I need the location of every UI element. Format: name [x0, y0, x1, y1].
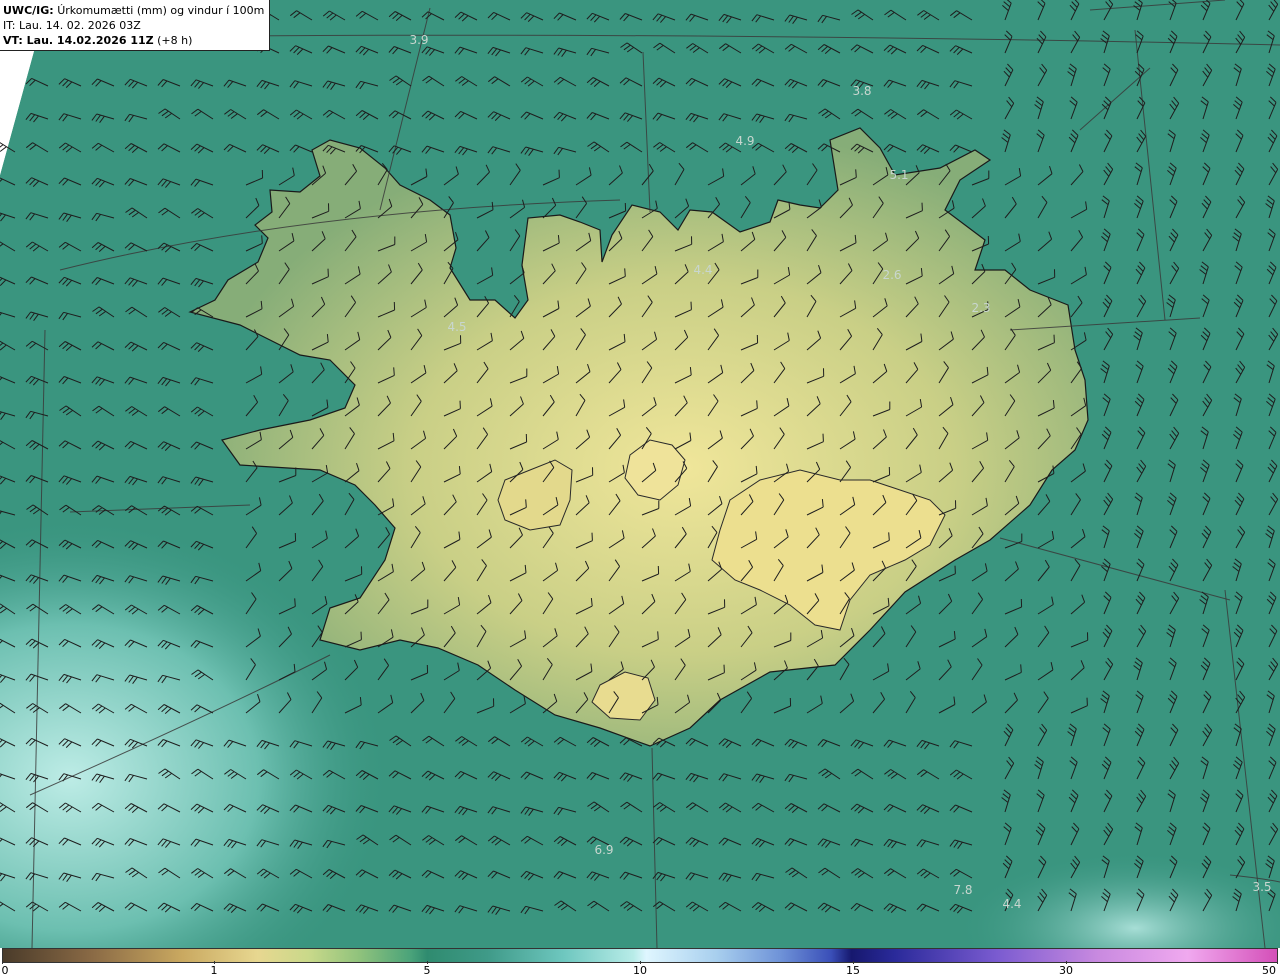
colorbar-tick-label: 15 — [846, 964, 860, 977]
value-label: 3.9 — [409, 33, 429, 47]
value-label: 4.9 — [735, 134, 755, 148]
value-label: 6.9 — [594, 843, 614, 857]
colorbar-tick-label: 5 — [423, 964, 431, 977]
value-label: 2.6 — [882, 268, 902, 282]
colorbar-tick-label: 10 — [633, 964, 647, 977]
value-label: 4.5 — [447, 320, 467, 334]
map-header-box: UWC/IG: Úrkomumætti (mm) og vindur í 100… — [0, 0, 270, 51]
colorbar-tick-label: 1 — [210, 964, 218, 977]
valid-time-row: VT: Lau. 14.02.2026 11Z (+8 h) — [3, 33, 266, 48]
colorbar-tick-label: 30 — [1059, 964, 1073, 977]
colorbar-tick-label: 50 — [1262, 964, 1276, 977]
value-label: 5.1 — [889, 168, 909, 182]
header-title-row: UWC/IG: Úrkomumætti (mm) og vindur í 100… — [3, 3, 266, 18]
map-canvas — [0, 0, 1280, 948]
value-label: 2.3 — [971, 301, 991, 315]
valid-time: VT: Lau. 14.02.2026 11Z — [3, 34, 154, 47]
ocean-cyan-southeast — [700, 700, 1280, 948]
colorbar-tick-mark — [1277, 961, 1278, 964]
value-label: 4.4 — [1002, 897, 1022, 911]
value-label: 7.8 — [953, 883, 973, 897]
field-description: Úrkomumætti (mm) og vindur í 100m hæð — [57, 4, 266, 17]
colorbar-tick-label: 0 — [1, 964, 9, 977]
init-time: IT: Lau. 14. 02. 2026 03Z — [3, 19, 141, 32]
value-label: 3.8 — [852, 84, 872, 98]
value-label: 4.4 — [693, 263, 713, 277]
value-label: 3.5 — [1252, 880, 1272, 894]
map-frame: UWC/IG: Úrkomumætti (mm) og vindur í 100… — [0, 0, 1280, 948]
colorbar-legend: 0 1 5 10 15 30 50 — [0, 948, 1280, 978]
lead-time: (+8 h) — [157, 34, 193, 47]
model-name: UWC/IG: — [3, 4, 54, 17]
